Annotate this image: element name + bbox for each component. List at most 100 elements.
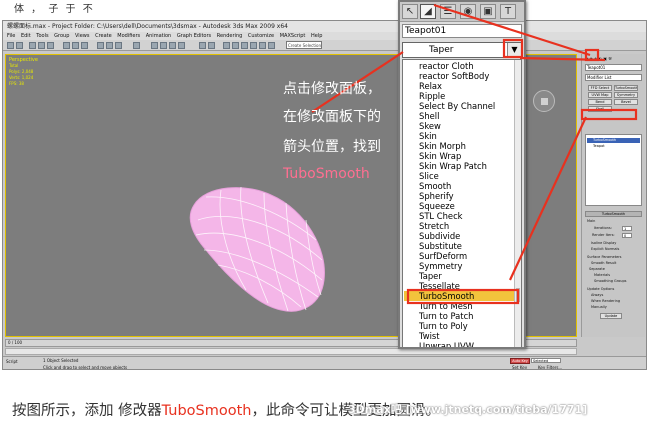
turbosmooth-rollout[interactable]: TurboSmooth (585, 211, 642, 217)
render-iters-field[interactable]: 0 (622, 233, 632, 238)
modifier-item-stretch[interactable]: Stretch (419, 221, 449, 231)
menu-graph-editors[interactable]: Graph Editors (177, 33, 211, 39)
maxscript-listener-label[interactable]: Script (6, 359, 18, 364)
explicit-normals-checkbox[interactable]: Explicit Normals (591, 247, 619, 251)
menu-group[interactable]: Group (54, 33, 69, 39)
modifier-item-skew[interactable]: Skew (419, 121, 441, 131)
schematic-icon[interactable] (241, 42, 248, 49)
menu-tools[interactable]: Tools (36, 33, 48, 39)
angle-snap-icon[interactable] (160, 42, 167, 49)
modifier-item-squeeze[interactable]: Squeeze (419, 201, 455, 211)
select-icon[interactable] (63, 42, 70, 49)
display-tab-icon[interactable]: ▣ (480, 4, 496, 19)
render-setup-icon[interactable] (259, 42, 266, 49)
hierarchy-tab-icon[interactable]: ☰ (440, 4, 456, 19)
modifier-item-ripple[interactable]: Ripple (419, 91, 445, 101)
key-mode-dropdown[interactable]: Selected (531, 358, 561, 363)
align-icon[interactable] (208, 42, 215, 49)
update-button[interactable]: Update (600, 313, 622, 319)
modifier-list-combo[interactable]: Taper ▼ (402, 42, 522, 58)
unlink-icon[interactable] (38, 42, 45, 49)
uvw-map-button[interactable]: UVW Map (588, 92, 612, 98)
modifier-item-reactor-cloth[interactable]: reactor Cloth (419, 61, 474, 71)
modifier-item-smooth[interactable]: Smooth (419, 181, 451, 191)
key-filters-button[interactable]: Key Filters... (538, 365, 562, 369)
modifier-item-symmetry[interactable]: Symmetry (419, 261, 462, 271)
selection-set-field[interactable]: Create Selection Set (286, 41, 322, 49)
list-scrollbar[interactable] (514, 60, 521, 347)
move-icon[interactable] (97, 42, 104, 49)
create-tab-icon[interactable]: ↖ (402, 4, 418, 19)
select-by-name-icon[interactable] (72, 42, 79, 49)
modifier-item-spherify[interactable]: Spherify (419, 191, 454, 201)
menu-maxscript[interactable]: MAXScript (280, 33, 306, 39)
always-radio[interactable]: Always (591, 293, 603, 297)
modifier-item-stl-check[interactable]: STL Check (419, 211, 463, 221)
bind-icon[interactable] (47, 42, 54, 49)
menu-views[interactable]: Views (75, 33, 89, 39)
auto-key-button[interactable]: Auto Key (510, 358, 530, 364)
modifier-item-shell[interactable]: Shell (419, 111, 439, 121)
viewcube-icon[interactable] (533, 90, 555, 112)
menu-create[interactable]: Create (95, 33, 112, 39)
set-key-button[interactable]: Set Key (512, 365, 527, 369)
command-panel-tabs[interactable]: ◢ ◉ ◈ ◐ ▣ ⚒ (585, 56, 612, 61)
pivot-icon[interactable] (133, 42, 140, 49)
menu-edit[interactable]: Edit (21, 33, 31, 39)
modifier-item-skin-wrap-patch[interactable]: Skin Wrap Patch (419, 161, 487, 171)
materials-checkbox[interactable]: Materials (594, 273, 610, 277)
menu-modifiers[interactable]: Modifiers (117, 33, 140, 39)
mirror-icon[interactable] (199, 42, 206, 49)
modifier-item-subdivide[interactable]: Subdivide (419, 231, 460, 241)
modifier-list-dropdown[interactable]: Modifier List (585, 74, 642, 81)
render-icon[interactable] (268, 42, 275, 49)
snap-icon[interactable] (151, 42, 158, 49)
modifier-item-surfdeform[interactable]: SurfDeform (419, 251, 467, 261)
scrollbar-thumb[interactable] (516, 288, 520, 302)
modify-tab-icon[interactable]: ◢ (420, 4, 436, 19)
menu-rendering[interactable]: Rendering (217, 33, 243, 39)
link-icon[interactable] (29, 42, 36, 49)
bend-button[interactable]: Bend (588, 99, 612, 105)
modifier-item-skin-morph[interactable]: Skin Morph (419, 141, 466, 151)
layers-icon[interactable] (223, 42, 230, 49)
modifier-item-turbosmooth[interactable]: TurboSmooth (419, 291, 474, 301)
undo-icon[interactable] (7, 42, 14, 49)
spinner-snap-icon[interactable] (178, 42, 185, 49)
shell-button[interactable]: Shell (588, 106, 612, 112)
modifier-item-turn-to-mesh[interactable]: Turn to Mesh (419, 301, 473, 311)
region-select-icon[interactable] (81, 42, 88, 49)
when-rendering-radio[interactable]: When Rendering (591, 299, 620, 303)
material-editor-icon[interactable] (250, 42, 257, 49)
modifier-item-taper[interactable]: Taper (419, 271, 442, 281)
percent-snap-icon[interactable] (169, 42, 176, 49)
ffd-select-button[interactable]: FFD Select (588, 85, 612, 91)
modifier-item-select-by-channel[interactable]: Select By Channel (419, 101, 495, 111)
modifier-stack[interactable]: TurboSmooth Teapot (585, 134, 642, 206)
menu-help[interactable]: Help (311, 33, 322, 39)
modifier-item-slice[interactable]: Slice (419, 171, 439, 181)
utilities-tab-icon[interactable]: T (500, 4, 516, 19)
menu-customize[interactable]: Customize (248, 33, 274, 39)
curve-editor-icon[interactable] (232, 42, 239, 49)
modifier-item-tessellate[interactable]: Tessellate (419, 281, 460, 291)
manually-radio[interactable]: Manually (591, 305, 607, 309)
symmetry-button[interactable]: Symmetry (614, 92, 638, 98)
track-bar[interactable] (5, 348, 577, 355)
modifier-item-twist[interactable]: Twist (419, 331, 440, 341)
stack-item-turbosmooth[interactable]: TurboSmooth (587, 138, 640, 143)
iterations-field[interactable]: 1 (622, 226, 632, 231)
smoothing-groups-checkbox[interactable]: Smoothing Groups (594, 279, 627, 283)
scale-icon[interactable] (115, 42, 122, 49)
teapot-mesh[interactable] (176, 165, 336, 325)
menu-file[interactable]: File (7, 33, 15, 39)
stack-item-teapot[interactable]: Teapot (587, 144, 605, 148)
modifier-item-unwrap-uvw[interactable]: Unwrap UVW (419, 341, 474, 347)
modifier-item-reactor-softbody[interactable]: reactor SoftBody (419, 71, 489, 81)
smooth-result-checkbox[interactable]: Smooth Result (591, 261, 616, 265)
redo-icon[interactable] (16, 42, 23, 49)
turbosmooth-button[interactable]: TurboSmooth (614, 85, 638, 91)
modifier-item-skin-wrap[interactable]: Skin Wrap (419, 151, 461, 161)
bevel-button[interactable]: Bevel (614, 99, 638, 105)
modifier-item-skin[interactable]: Skin (419, 131, 437, 141)
